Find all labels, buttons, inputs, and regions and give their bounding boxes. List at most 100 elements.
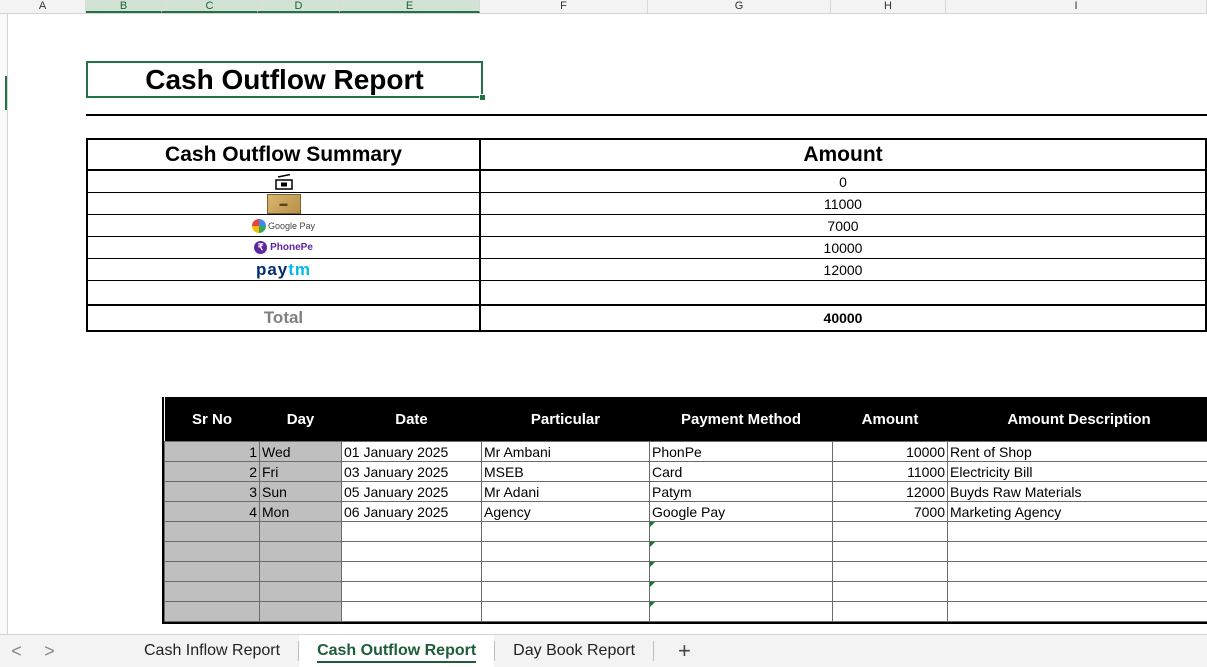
- phonepe-icon: ₹: [254, 241, 267, 254]
- empty-cell[interactable]: [948, 542, 1207, 562]
- empty-cell[interactable]: [260, 562, 342, 582]
- header-day[interactable]: Day: [260, 397, 342, 442]
- header-sr-no[interactable]: Sr No: [165, 397, 260, 442]
- payment-method-cell[interactable]: Card: [650, 462, 833, 482]
- empty-cell[interactable]: [342, 522, 482, 542]
- payment-method-cell[interactable]: Google Pay: [650, 502, 833, 522]
- column-header-b[interactable]: B: [86, 0, 162, 13]
- sheet-tab-cash-inflow[interactable]: Cash Inflow Report: [126, 635, 298, 667]
- date-cell[interactable]: 05 January 2025: [342, 482, 482, 502]
- column-header-f[interactable]: F: [480, 0, 648, 13]
- date-cell[interactable]: 06 January 2025: [342, 502, 482, 522]
- empty-cell[interactable]: [650, 582, 833, 602]
- column-header-h[interactable]: H: [831, 0, 946, 13]
- sr-no-cell[interactable]: 4: [165, 502, 260, 522]
- empty-cell[interactable]: [260, 582, 342, 602]
- amount-cell[interactable]: 10000: [833, 442, 948, 462]
- fill-handle[interactable]: [479, 94, 486, 101]
- empty-cell[interactable]: [833, 602, 948, 622]
- particular-cell[interactable]: Mr Adani: [482, 482, 650, 502]
- day-cell[interactable]: Wed: [260, 442, 342, 462]
- payment-method-cell[interactable]: PhonPe: [650, 442, 833, 462]
- header-amount[interactable]: Amount: [833, 397, 948, 442]
- prev-sheet-button[interactable]: <: [0, 641, 33, 662]
- total-label[interactable]: Total: [88, 306, 481, 330]
- summary-amount[interactable]: 10000: [481, 237, 1205, 258]
- empty-cell[interactable]: [260, 542, 342, 562]
- header-particular[interactable]: Particular: [482, 397, 650, 442]
- summary-amount[interactable]: 12000: [481, 259, 1205, 280]
- empty-cell[interactable]: [650, 602, 833, 622]
- sheet-tab-cash-outflow[interactable]: Cash Outflow Report: [299, 635, 494, 667]
- particular-cell[interactable]: MSEB: [482, 462, 650, 482]
- column-header-e[interactable]: E: [340, 0, 480, 13]
- date-cell[interactable]: 03 January 2025: [342, 462, 482, 482]
- empty-cell[interactable]: [948, 562, 1207, 582]
- date-cell[interactable]: 01 January 2025: [342, 442, 482, 462]
- empty-cell[interactable]: [650, 522, 833, 542]
- summary-amount[interactable]: 11000: [481, 193, 1205, 214]
- empty-cell[interactable]: [342, 562, 482, 582]
- empty-cell[interactable]: [165, 562, 260, 582]
- empty-cell[interactable]: [833, 522, 948, 542]
- empty-cell[interactable]: [948, 582, 1207, 602]
- day-cell[interactable]: Sun: [260, 482, 342, 502]
- summary-header-label[interactable]: Cash Outflow Summary: [88, 140, 481, 169]
- empty-cell[interactable]: [260, 602, 342, 622]
- sr-no-cell[interactable]: 1: [165, 442, 260, 462]
- column-header-a[interactable]: A: [0, 0, 86, 13]
- empty-cell[interactable]: [88, 281, 481, 304]
- empty-cell[interactable]: [481, 281, 1205, 304]
- empty-cell[interactable]: [833, 562, 948, 582]
- empty-cell[interactable]: [482, 582, 650, 602]
- sheet-tab-day-book[interactable]: Day Book Report: [495, 635, 653, 667]
- empty-cell[interactable]: [482, 522, 650, 542]
- empty-cell[interactable]: [650, 562, 833, 582]
- empty-cell[interactable]: [260, 522, 342, 542]
- empty-cell[interactable]: [948, 522, 1207, 542]
- empty-cell[interactable]: [482, 542, 650, 562]
- column-header-g[interactable]: G: [648, 0, 831, 13]
- total-value[interactable]: 40000: [481, 306, 1205, 330]
- summary-header-amount[interactable]: Amount: [481, 140, 1205, 169]
- header-payment-method[interactable]: Payment Method: [650, 397, 833, 442]
- column-header-c[interactable]: C: [162, 0, 258, 13]
- amount-description-cell[interactable]: Electricity Bill: [948, 462, 1207, 482]
- amount-description-cell[interactable]: Marketing Agency: [948, 502, 1207, 522]
- empty-cell[interactable]: [165, 602, 260, 622]
- amount-cell[interactable]: 11000: [833, 462, 948, 482]
- empty-cell[interactable]: [165, 582, 260, 602]
- empty-cell[interactable]: [650, 542, 833, 562]
- empty-cell[interactable]: [342, 542, 482, 562]
- summary-amount[interactable]: 0: [481, 171, 1205, 192]
- empty-cell[interactable]: [833, 542, 948, 562]
- day-cell[interactable]: Fri: [260, 462, 342, 482]
- particular-cell[interactable]: Mr Ambani: [482, 442, 650, 462]
- empty-cell[interactable]: [948, 602, 1207, 622]
- empty-cell[interactable]: [482, 602, 650, 622]
- empty-cell[interactable]: [833, 582, 948, 602]
- particular-cell[interactable]: Agency: [482, 502, 650, 522]
- sr-no-cell[interactable]: 2: [165, 462, 260, 482]
- next-sheet-button[interactable]: >: [33, 641, 66, 662]
- sr-no-cell[interactable]: 3: [165, 482, 260, 502]
- report-title-cell[interactable]: Cash Outflow Report: [86, 61, 483, 98]
- payment-method-cell[interactable]: Patym: [650, 482, 833, 502]
- empty-cell[interactable]: [342, 602, 482, 622]
- column-header-d[interactable]: D: [258, 0, 340, 13]
- summary-amount[interactable]: 7000: [481, 215, 1205, 236]
- empty-cell[interactable]: [342, 582, 482, 602]
- header-amount-description[interactable]: Amount Description: [948, 397, 1207, 442]
- column-header-i[interactable]: I: [946, 0, 1207, 13]
- empty-cell[interactable]: [165, 542, 260, 562]
- empty-cell[interactable]: [482, 562, 650, 582]
- empty-cell[interactable]: [165, 522, 260, 542]
- day-cell[interactable]: Mon: [260, 502, 342, 522]
- amount-cell[interactable]: 12000: [833, 482, 948, 502]
- table-row-empty: [165, 602, 1207, 622]
- add-sheet-button[interactable]: +: [654, 638, 715, 664]
- amount-cell[interactable]: 7000: [833, 502, 948, 522]
- header-date[interactable]: Date: [342, 397, 482, 442]
- amount-description-cell[interactable]: Rent of Shop: [948, 442, 1207, 462]
- amount-description-cell[interactable]: Buyds Raw Materials: [948, 482, 1207, 502]
